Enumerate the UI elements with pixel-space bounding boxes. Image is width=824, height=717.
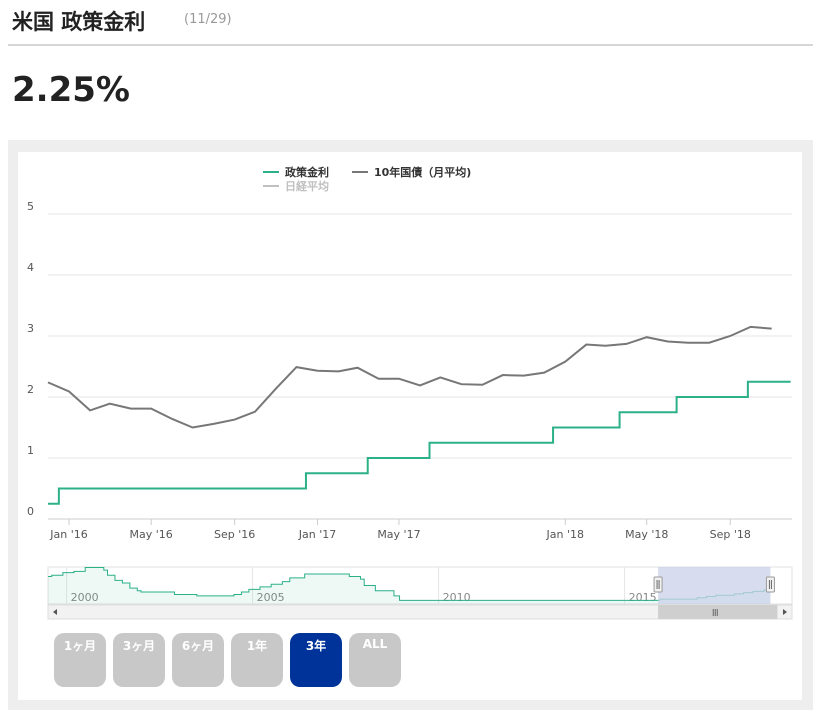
- y-tick-label: 4: [27, 261, 34, 274]
- y-tick-label: 5: [27, 200, 34, 213]
- navigator-selection[interactable]: [658, 567, 771, 604]
- x-tick-label: Sep '18: [710, 528, 751, 541]
- legend-item-3: 日経平均: [285, 179, 329, 193]
- x-tick-label: May '18: [625, 528, 668, 541]
- x-tick-label: Jan '17: [298, 528, 336, 541]
- x-tick-label: May '16: [130, 528, 173, 541]
- x-tick-label: Jan '16: [49, 528, 87, 541]
- series-group: [47, 325, 791, 505]
- navigator-handle-right[interactable]: [765, 576, 775, 593]
- y-tick-label: 1: [27, 444, 34, 457]
- legend-item-2: 10年国債（月平均): [374, 165, 471, 179]
- range-button-2[interactable]: 3ヶ月: [113, 633, 165, 687]
- range-button-4[interactable]: 1年: [231, 633, 283, 687]
- x-tick-label: May '17: [377, 528, 420, 541]
- range-button-3[interactable]: 6ヶ月: [172, 633, 224, 687]
- y-axis: 0 1 2 3 4 5: [27, 200, 34, 518]
- legend[interactable]: 政策金利 10年国債（月平均) 日経平均: [263, 165, 471, 193]
- y-tick-label: 0: [27, 505, 34, 518]
- range-button-5[interactable]: 3年: [290, 633, 342, 687]
- x-tick-label: Jan '18: [546, 528, 584, 541]
- y-tick-label: 3: [27, 322, 34, 335]
- legend-item-1: 政策金利: [285, 165, 329, 179]
- navigator[interactable]: 2000 2005 2010 2015: [47, 566, 793, 620]
- navigator-handle-left[interactable]: [653, 576, 663, 593]
- grid-lines: [48, 213, 792, 520]
- policy-rate-line[interactable]: [48, 380, 791, 505]
- x-tick-label: Sep '16: [214, 528, 255, 541]
- x-axis: Jan '16 May '16 Sep '16 Jan '17 May '17 Jan '…: [49, 519, 751, 541]
- chart-svg: 0 1 2 3 4 5 Jan '16 May '16 Sep '16 Jan '17 May '…: [27, 165, 793, 620]
- range-button-6[interactable]: ALL: [349, 633, 401, 687]
- y-tick-label: 2: [27, 383, 34, 396]
- range-button-1[interactable]: 1ヶ月: [54, 633, 106, 687]
